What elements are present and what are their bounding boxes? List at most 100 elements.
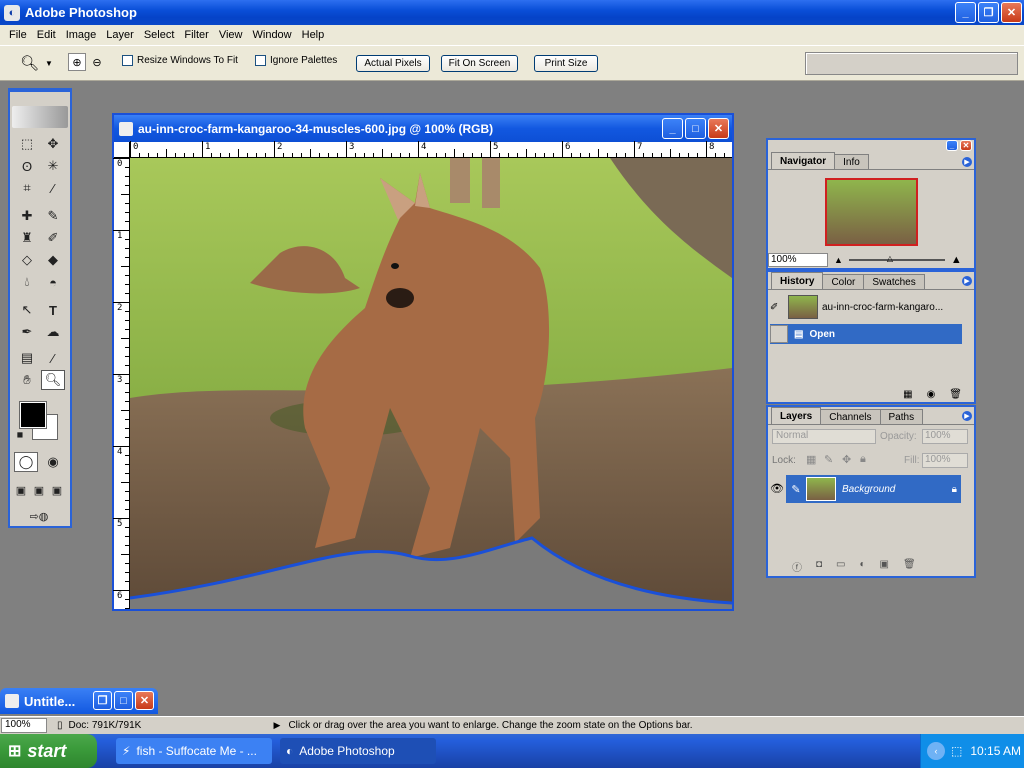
tab-paths[interactable]: Paths	[879, 409, 924, 424]
fit-on-screen-button[interactable]: Fit On Screen	[441, 55, 518, 72]
menu-filter[interactable]: Filter	[179, 29, 213, 41]
navigator-zoom-field[interactable]: 100%	[768, 253, 828, 267]
canvas-image[interactable]	[130, 158, 732, 609]
lasso-tool-icon[interactable]: ʘ	[15, 156, 39, 176]
tab-navigator[interactable]: Navigator	[771, 152, 836, 169]
crop-tool-icon[interactable]: ⌗	[15, 178, 39, 198]
new-adjustment-layer-icon[interactable]: ◐	[860, 559, 866, 574]
new-layer-icon[interactable]: ▣	[880, 559, 889, 574]
clone-stamp-tool-icon[interactable]: ♜	[15, 228, 39, 248]
lock-transparent-icon[interactable]: ▦	[806, 453, 816, 466]
panel-menu-icon[interactable]: ▶	[962, 157, 972, 167]
menu-layer[interactable]: Layer	[101, 29, 139, 41]
document-title-bar[interactable]: au-inn-croc-farm-kangaroo-34-muscles-600…	[114, 115, 732, 142]
history-step-open[interactable]: ▤ Open	[770, 324, 962, 344]
zoom-in-small-icon[interactable]: ▲	[951, 254, 962, 266]
minwin-maximize-button[interactable]: □	[114, 691, 133, 710]
tab-layers[interactable]: Layers	[771, 407, 822, 424]
layer-row-background[interactable]: 👁︎ ✎ Background 🔒︎	[768, 475, 961, 503]
document-window[interactable]: au-inn-croc-farm-kangaroo-34-muscles-600…	[112, 113, 734, 611]
resize-windows-checkbox[interactable]: Resize Windows To Fit	[122, 55, 238, 66]
lock-all-icon[interactable]: 🔒︎	[860, 453, 866, 466]
standard-mode-icon[interactable]: ◯	[14, 452, 38, 472]
fill-field[interactable]: 100%	[922, 453, 968, 468]
history-brush-tool-icon[interactable]: ✐	[41, 228, 65, 248]
doc-close-button[interactable]: ✕	[708, 118, 729, 139]
menu-view[interactable]: View	[214, 29, 248, 41]
status-zoom-field[interactable]: 100%	[1, 718, 47, 733]
new-snapshot-icon[interactable]: ◉	[927, 389, 936, 400]
doc-maximize-button[interactable]: □	[685, 118, 706, 139]
brush-tool-icon[interactable]: ✎	[41, 206, 65, 226]
add-mask-icon[interactable]: ◘	[816, 559, 822, 574]
ignore-palettes-checkbox[interactable]: Ignore Palettes	[255, 55, 337, 66]
checkbox-box[interactable]	[122, 55, 133, 66]
healing-brush-tool-icon[interactable]: ✚	[15, 206, 39, 226]
lock-position-icon[interactable]: ✥	[842, 453, 851, 466]
slice-tool-icon[interactable]: ∕	[41, 178, 65, 198]
new-document-from-state-icon[interactable]: ▦	[903, 389, 912, 400]
history-snapshot[interactable]: ✐ au-inn-croc-farm-kangaro...	[770, 294, 962, 320]
blend-mode-select[interactable]: Normal	[772, 429, 876, 444]
checkbox-box[interactable]	[255, 55, 266, 66]
dodge-tool-icon[interactable]: ◓	[41, 272, 65, 292]
panel-minimize-button[interactable]: _	[946, 140, 958, 151]
notes-tool-icon[interactable]: ▤	[15, 348, 39, 368]
taskbar-item-photoshop[interactable]: ◐ Adobe Photoshop	[280, 738, 436, 764]
status-menu-arrow-icon[interactable]: ▶	[274, 720, 281, 731]
tray-network-icon[interactable]: ⬚	[951, 744, 962, 758]
actual-pixels-button[interactable]: Actual Pixels	[356, 55, 430, 72]
tab-swatches[interactable]: Swatches	[863, 274, 925, 289]
panel-close-button[interactable]: ✕	[960, 140, 972, 151]
zoom-slider-thumb[interactable]: △	[887, 254, 893, 263]
minimized-document-window[interactable]: Untitle... ❐ □ ✕	[0, 688, 158, 714]
menu-image[interactable]: Image	[61, 29, 102, 41]
eyedropper-tool-icon[interactable]: ⁄	[41, 348, 65, 368]
full-screen-mode-icon[interactable]: ▣	[48, 480, 66, 500]
shape-tool-icon[interactable]: ☁	[41, 322, 65, 342]
pen-tool-icon[interactable]: ✒	[15, 322, 39, 342]
magic-wand-tool-icon[interactable]: ✳	[41, 156, 65, 176]
vertical-ruler[interactable]: 0 1 2 3 4 5 6	[113, 158, 130, 609]
panel-menu-icon[interactable]: ▶	[962, 276, 972, 286]
menu-select[interactable]: Select	[139, 29, 180, 41]
print-size-button[interactable]: Print Size	[534, 55, 598, 72]
jump-to-imageready-icon[interactable]: ⇨◍	[15, 506, 63, 526]
zoom-tool-icon[interactable]: 🔍︎	[41, 370, 65, 390]
marquee-tool-icon[interactable]: ⬚	[15, 134, 39, 154]
menu-window[interactable]: Window	[248, 29, 297, 41]
move-tool-icon[interactable]: ✥	[41, 134, 65, 154]
add-layer-style-icon[interactable]: ⓕ	[792, 559, 802, 574]
blur-tool-icon[interactable]: 💧︎	[15, 272, 39, 292]
zoom-tool-preset-icon[interactable]: 🔍︎ ▼	[20, 54, 53, 72]
minimize-button[interactable]: _	[955, 2, 976, 23]
zoom-out-icon[interactable]: ⊖	[88, 53, 106, 71]
ruler-origin[interactable]	[114, 142, 130, 158]
taskbar-item-winamp[interactable]: ⚡︎ fish - Suffocate Me - ...	[116, 738, 272, 764]
hand-tool-icon[interactable]: ✋︎	[15, 370, 39, 390]
foreground-color-swatch[interactable]	[19, 401, 47, 429]
minwin-close-button[interactable]: ✕	[135, 691, 154, 710]
zoom-out-small-icon[interactable]: ▲	[834, 255, 843, 265]
history-brush-source-icon[interactable]: ✐	[770, 302, 788, 313]
type-tool-icon[interactable]: T	[41, 300, 65, 320]
delete-state-icon[interactable]: 🗑︎	[949, 389, 962, 400]
paint-bucket-tool-icon[interactable]: ◆	[41, 250, 65, 270]
standard-screen-mode-icon[interactable]: ▣	[12, 480, 30, 500]
restore-button[interactable]: ❐	[978, 2, 999, 23]
menu-edit[interactable]: Edit	[32, 29, 61, 41]
navigator-thumbnail[interactable]	[825, 178, 918, 246]
tab-color[interactable]: Color	[822, 274, 865, 289]
tab-info[interactable]: Info	[834, 154, 869, 169]
start-button[interactable]: ⊞ start	[0, 734, 97, 768]
new-set-icon[interactable]: ▭	[836, 559, 845, 574]
close-button[interactable]: ✕	[1001, 2, 1022, 23]
lock-image-icon[interactable]: ✎	[824, 453, 833, 466]
opacity-field[interactable]: 100%	[922, 429, 968, 444]
menu-help[interactable]: Help	[297, 29, 330, 41]
tray-chevron-icon[interactable]: ‹	[927, 742, 945, 760]
default-colors-icon[interactable]: ◼	[14, 428, 26, 440]
tab-history[interactable]: History	[771, 272, 824, 289]
zoom-in-icon[interactable]: ⊕	[68, 53, 86, 71]
full-screen-menu-mode-icon[interactable]: ▣	[30, 480, 48, 500]
